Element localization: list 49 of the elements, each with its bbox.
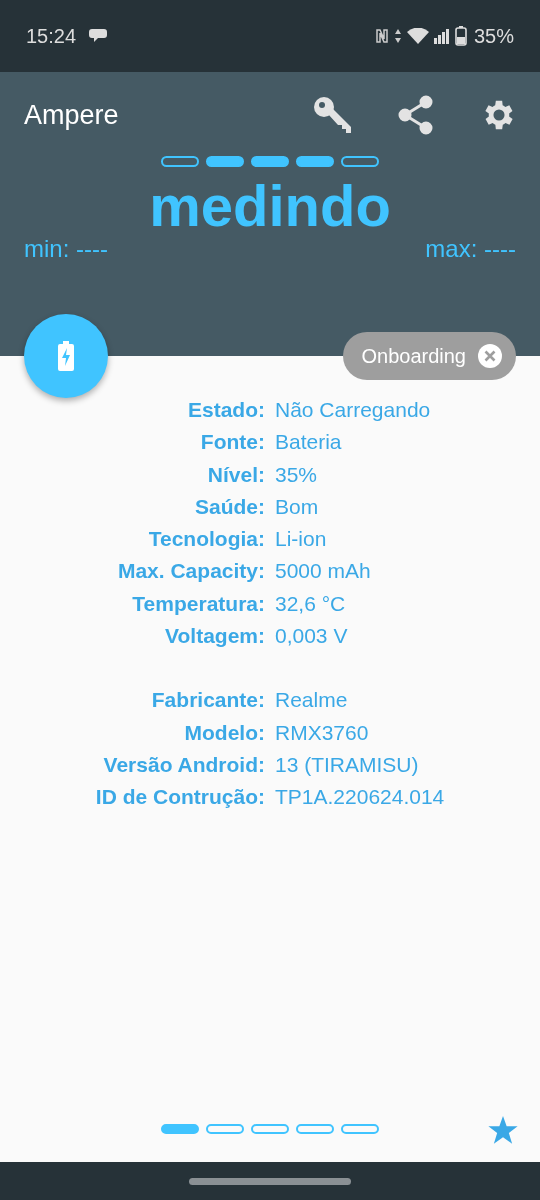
info-label: Fonte:: [199, 429, 265, 456]
page-indicator[interactable]: [251, 1124, 289, 1134]
page-indicator[interactable]: [296, 1124, 334, 1134]
max-reading: max: ----: [425, 235, 516, 263]
info-label: Tecnologia:: [147, 526, 265, 553]
clock-time: 15:24: [26, 24, 77, 48]
page-indicator[interactable]: [161, 1124, 199, 1134]
battery-charging-icon: [58, 341, 74, 371]
star-icon[interactable]: [488, 1116, 518, 1144]
info-label: Saúde:: [194, 493, 265, 520]
info-label: Modelo:: [183, 719, 265, 746]
data-arrows-icon: [393, 28, 402, 44]
info-value: 0,003 V: [275, 623, 349, 650]
info-value: Li-ion: [275, 526, 328, 553]
info-label: Versão Android:: [102, 751, 265, 778]
home-gesture-bar[interactable]: [189, 1177, 351, 1185]
close-icon[interactable]: [478, 344, 502, 368]
info-value: 5000 mAh: [275, 558, 372, 585]
info-value: 35%: [275, 461, 319, 488]
info-value: Bateria: [275, 429, 343, 456]
battery-fab[interactable]: [24, 314, 108, 398]
info-label: Nível:: [206, 461, 265, 488]
battery-percent: 35%: [473, 24, 514, 48]
info-value: 13 (TIRAMISU): [275, 751, 420, 778]
wifi-icon: [406, 28, 429, 44]
nfc-icon: [374, 28, 389, 44]
page-indicator[interactable]: [341, 1124, 379, 1134]
info-value: Bom: [275, 493, 320, 520]
info-label: Max. Capacity:: [116, 558, 265, 585]
info-value: Não Carregando: [275, 397, 432, 423]
info-label: Voltagem:: [164, 623, 265, 650]
min-reading: min: ----: [24, 235, 108, 263]
chat-bubbles-icon: [89, 27, 110, 45]
info-label: Temperatura:: [131, 590, 265, 617]
page-indicator[interactable]: [206, 1124, 244, 1134]
info-value: RMX3760: [275, 719, 370, 746]
info-label: Estado:: [187, 397, 265, 423]
share-icon[interactable]: [398, 95, 434, 135]
info-value: 32,6 °C: [275, 590, 347, 617]
reading-status: medindo: [149, 173, 391, 239]
key-icon[interactable]: [312, 95, 352, 135]
info-label: Fabricante:: [150, 687, 265, 714]
onboarding-chip[interactable]: Onboarding: [343, 332, 516, 380]
info-label: ID de Contrução:: [94, 784, 265, 811]
signal-icon: [433, 28, 450, 44]
info-value: Realme: [275, 687, 349, 714]
battery-icon: [454, 26, 467, 46]
info-value: TP1A.220624.014: [275, 784, 446, 811]
app-title: Ampere: [24, 99, 119, 131]
